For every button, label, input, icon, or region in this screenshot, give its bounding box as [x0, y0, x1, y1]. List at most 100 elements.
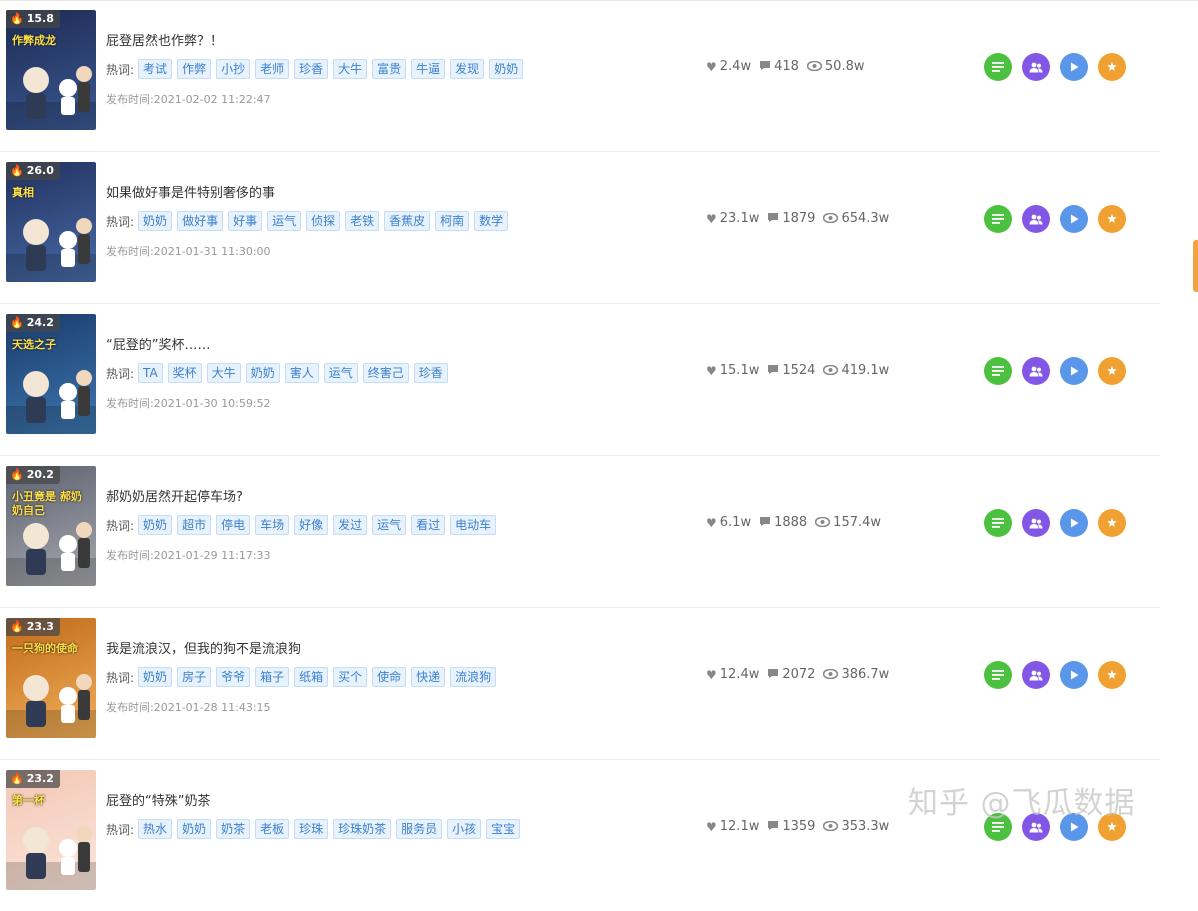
hotword-tag[interactable]: 数学	[474, 211, 509, 231]
list-item[interactable]: 🔥 23.3 一只狗的使命 我是流浪汉，但我的狗不是流浪狗热词: 奶奶 房子 爷爷 箱子…	[0, 608, 1160, 760]
detail-button[interactable]	[984, 53, 1012, 81]
hotword-tag[interactable]: 作弊	[177, 59, 212, 79]
hotword-tag[interactable]: 侦探	[306, 211, 341, 231]
hotword-tag[interactable]: 服务员	[396, 819, 443, 839]
hotword-tag[interactable]: 考试	[138, 59, 173, 79]
video-title[interactable]: 郝奶奶居然开起停车场?	[106, 486, 243, 505]
video-thumbnail[interactable]: 🔥 24.2 天选之子	[6, 314, 96, 434]
video-title[interactable]: 我是流浪汉，但我的狗不是流浪狗	[106, 638, 301, 657]
detail-button[interactable]	[984, 509, 1012, 537]
hotword-tag[interactable]: 运气	[372, 515, 407, 535]
detail-button[interactable]	[984, 661, 1012, 689]
hotword-tag[interactable]: 奶奶	[177, 819, 212, 839]
video-title[interactable]: 屁登的“特殊”奶茶	[106, 790, 210, 809]
list-item[interactable]: 🔥 20.2 小丑竟是 郝奶奶自己 郝奶奶居然开起停车场? 热词: 奶奶 超市 停电 车场…	[0, 456, 1160, 608]
video-title[interactable]: 如果做好事是件特别奢侈的事	[106, 182, 275, 201]
play-button[interactable]	[1060, 357, 1088, 385]
detail-button[interactable]	[984, 357, 1012, 385]
hotword-tag[interactable]: 奶奶	[138, 515, 173, 535]
video-thumbnail[interactable]: 🔥 23.2 第一杯	[6, 770, 96, 890]
hotword-tag[interactable]: 老板	[255, 819, 290, 839]
hotword-tag[interactable]: 奶奶	[138, 667, 173, 687]
play-button[interactable]	[1060, 205, 1088, 233]
hotword-tag[interactable]: 超市	[177, 515, 212, 535]
hotword-tag[interactable]: 房子	[177, 667, 212, 687]
video-title[interactable]: “屁登的”奖杯……	[106, 334, 210, 353]
list-item[interactable]: 🔥 24.2 天选之子 “屁登的”奖杯…… 热词: TA 奖杯 大牛 奶奶 害人 运气 终害己珍…	[0, 304, 1160, 456]
hotword-tag[interactable]: 奶奶	[489, 59, 524, 79]
hotword-tag[interactable]: 大牛	[206, 363, 241, 383]
hotword-tag[interactable]: 奶奶	[138, 211, 173, 231]
hotword-tag[interactable]: 看过	[411, 515, 446, 535]
favorite-button[interactable]: ★	[1098, 661, 1126, 689]
likes-count: 12.4w	[719, 667, 760, 682]
hotword-tag[interactable]: 纸箱	[294, 667, 329, 687]
hotword-tag[interactable]: 老铁	[345, 211, 380, 231]
hotword-tag[interactable]: 奖杯	[167, 363, 202, 383]
video-thumbnail[interactable]: 🔥 20.2 小丑竟是 郝奶奶自己	[6, 466, 96, 586]
hotword-tag[interactable]: 奶奶	[245, 363, 280, 383]
audience-button[interactable]	[1022, 205, 1050, 233]
favorite-button[interactable]: ★	[1098, 205, 1126, 233]
hotword-tag[interactable]: 小抄	[216, 59, 251, 79]
hotword-tag[interactable]: 快递	[411, 667, 446, 687]
hotword-tag[interactable]: 老师	[255, 59, 290, 79]
play-button[interactable]	[1060, 509, 1088, 537]
hotword-tag[interactable]: 牛逼	[411, 59, 446, 79]
audience-button[interactable]	[1022, 357, 1050, 385]
hotword-tag[interactable]: 运气	[267, 211, 302, 231]
hotword-tag[interactable]: 珍香	[413, 363, 448, 383]
hotword-tag[interactable]: 香蕉皮	[384, 211, 431, 231]
favorite-button[interactable]: ★	[1098, 53, 1126, 81]
hotword-tag[interactable]: 害人	[284, 363, 319, 383]
hotword-tag[interactable]: 发现	[450, 59, 485, 79]
hotword-tag[interactable]: 宝宝	[486, 819, 521, 839]
detail-button[interactable]	[984, 205, 1012, 233]
play-button[interactable]	[1060, 53, 1088, 81]
favorite-button[interactable]: ★	[1098, 509, 1126, 537]
fire-icon: 🔥	[10, 12, 24, 25]
hotword-tag[interactable]: 珍珠奶茶	[333, 819, 392, 839]
audience-button[interactable]	[1022, 53, 1050, 81]
hotword-tag[interactable]: 车场	[255, 515, 290, 535]
star-icon: ★	[1106, 363, 1118, 379]
hotword-tag[interactable]: 停电	[216, 515, 251, 535]
hotword-tag[interactable]: 好像	[294, 515, 329, 535]
hotword-tag[interactable]: 终害己	[362, 363, 409, 383]
hotword-tag[interactable]: 珍香	[294, 59, 329, 79]
video-thumbnail[interactable]: 🔥 26.0 真相	[6, 162, 96, 282]
video-thumbnail[interactable]: 🔥 15.8 作弊成龙	[6, 10, 96, 130]
hotwords-row: 热词: 奶奶 房子 爷爷 箱子 纸箱 买个 使命 快递 流浪狗	[106, 667, 501, 687]
hotword-tag[interactable]: 大牛	[333, 59, 368, 79]
views-stat: 419.1w	[823, 363, 889, 378]
audience-button[interactable]	[1022, 509, 1050, 537]
hotword-tag[interactable]: 买个	[333, 667, 368, 687]
side-feedback-tab[interactable]	[1193, 240, 1198, 292]
hotword-tag[interactable]: 热水	[138, 819, 173, 839]
list-item[interactable]: 🔥 15.8 作弊成龙 屁登居然也作弊？！ 热词: 考试 作弊 小抄 老师 珍香 大牛 富贵 牛逼…	[0, 0, 1160, 152]
hotword-tag[interactable]: 运气	[323, 363, 358, 383]
hotword-tag[interactable]: 奶茶	[216, 819, 251, 839]
hotword-tag[interactable]: TA	[138, 363, 163, 383]
hotword-tag[interactable]: 流浪狗	[450, 667, 497, 687]
favorite-button[interactable]: ★	[1098, 357, 1126, 385]
hotword-tag[interactable]: 做好事	[177, 211, 224, 231]
video-title[interactable]: 屁登居然也作弊？！	[106, 30, 223, 49]
hotword-tag[interactable]: 富贵	[372, 59, 407, 79]
hotword-tag[interactable]: 珍珠	[294, 819, 329, 839]
audience-button[interactable]	[1022, 661, 1050, 689]
list-item[interactable]: 🔥 26.0 真相 如果做好事是件特别奢侈的事 热词: 奶奶 做好事 好事 运气 侦探 老铁香…	[0, 152, 1160, 304]
hotword-tag[interactable]: 发过	[333, 515, 368, 535]
hotword-tag[interactable]: 箱子	[255, 667, 290, 687]
hotword-tag[interactable]: 电动车	[450, 515, 497, 535]
hotword-tag[interactable]: 柯南	[435, 211, 470, 231]
hotword-tag[interactable]: 小孩	[447, 819, 482, 839]
play-button[interactable]	[1060, 661, 1088, 689]
hotword-tag[interactable]: 使命	[372, 667, 407, 687]
hotword-tag[interactable]: 爷爷	[216, 667, 251, 687]
video-thumbnail[interactable]: 🔥 23.3 一只狗的使命	[6, 618, 96, 738]
comments-stat: 1359	[767, 819, 815, 834]
play-icon	[1070, 670, 1078, 680]
hotwords-label: 热词:	[106, 822, 135, 837]
hotword-tag[interactable]: 好事	[228, 211, 263, 231]
